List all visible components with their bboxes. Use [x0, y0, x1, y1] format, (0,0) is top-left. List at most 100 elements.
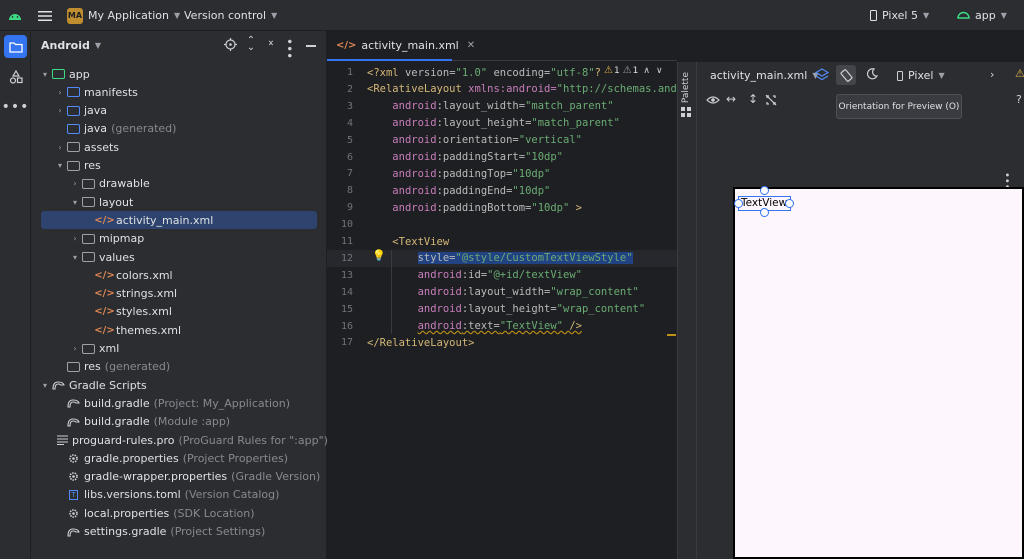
tree-item[interactable]: </> themes.xml [31, 321, 325, 339]
tree-item[interactable]: </> activity_main.xml [41, 211, 317, 230]
code-editor[interactable]: 1 <?xml version="1.0" encoding="utf-8"?> 2… [327, 62, 677, 559]
project-view-label: Android [41, 39, 90, 52]
code-line[interactable]: 6 android:paddingStart="10dp" [327, 149, 677, 166]
collapsed-arrow-icon[interactable]: › [70, 179, 80, 188]
collapsed-arrow-icon[interactable]: › [70, 234, 80, 243]
tree-item[interactable]: › mipmap [31, 230, 325, 248]
next-highlight-icon[interactable]: ∨ [656, 66, 663, 76]
tree-item[interactable]: java (generated) [31, 120, 325, 138]
design-canvas[interactable]: ••• TextView [697, 114, 1024, 559]
tree-item[interactable]: › assets [31, 138, 325, 156]
expand-all-icon[interactable]: ⌃ ⌄ [246, 36, 256, 53]
help-icon[interactable]: ? [1016, 93, 1022, 106]
code-line[interactable]: 15 android:layout_height="wrap_content" [327, 301, 677, 318]
design-surface-icon[interactable] [814, 68, 830, 85]
line-number: 14 [340, 286, 353, 298]
code-line[interactable]: 13 android:id="@+id/textView" [327, 267, 677, 284]
code-text: <RelativeLayout xmlns:android="http://sc… [367, 83, 677, 95]
tree-item[interactable]: build.gradle (Module :app) [31, 413, 325, 431]
tree-item[interactable]: res (generated) [31, 358, 325, 376]
warning-icon[interactable]: ⚠ [1015, 67, 1024, 80]
tree-item[interactable]: </> styles.xml [31, 303, 325, 321]
design-panel: activity_main.xml ▼ Pixel ▼ › ⚠ ↔ ↕ ? ••… [697, 62, 1024, 559]
hide-panel-icon[interactable] [306, 45, 316, 47]
close-icon[interactable]: ✕ [467, 40, 475, 51]
collapse-all-icon[interactable]: ⌄ ⌃ [266, 36, 276, 53]
tree-item[interactable]: ▾ values [31, 248, 325, 266]
layout-file-selector[interactable]: activity_main.xml ▼ [710, 69, 818, 82]
resize-handle[interactable] [785, 199, 794, 208]
tree-item[interactable]: › xml [31, 340, 325, 358]
project-view-selector[interactable]: Android ▼ [41, 39, 101, 52]
code-line[interactable]: 4 android:layout_height="match_parent" [327, 115, 677, 132]
expanded-arrow-icon[interactable]: ▾ [55, 161, 65, 170]
error-stripe-marker[interactable] [667, 334, 676, 336]
collapsed-arrow-icon[interactable]: › [55, 106, 65, 115]
resource-manager-button[interactable] [4, 65, 27, 88]
project-tool-button[interactable] [4, 35, 27, 58]
tree-item[interactable]: › drawable [31, 175, 325, 193]
tree-item[interactable]: settings.gradle (Project Settings) [31, 523, 325, 541]
code-line[interactable]: 3 android:layout_width="match_parent" [327, 98, 677, 115]
options-icon[interactable]: ••• [282, 38, 296, 59]
tree-item[interactable]: ▾ app [31, 65, 325, 83]
code-line[interactable]: 9 android:paddingBottom="10dp" > [327, 199, 677, 216]
code-line[interactable]: 8 android:paddingEnd="10dp" [327, 182, 677, 199]
code-line[interactable]: 17 </RelativeLayout> [327, 334, 677, 351]
code-line[interactable]: 11 <TextView [327, 233, 677, 250]
device-selector[interactable]: Pixel 5 ▼ [870, 0, 929, 31]
code-line[interactable]: 7 android:paddingTop="10dp" [327, 165, 677, 182]
editor-tab-activity-main[interactable]: </> activity_main.xml ✕ [327, 31, 475, 61]
tree-item[interactable]: local.properties (SDK Location) [31, 504, 325, 522]
collapsed-arrow-icon[interactable]: › [70, 344, 80, 353]
horizontal-resize-icon[interactable]: ↔ [726, 92, 736, 106]
collapsed-arrow-icon[interactable]: › [55, 143, 65, 152]
eye-icon[interactable] [706, 95, 720, 108]
vertical-resize-icon[interactable]: ↕ [748, 92, 758, 106]
expanded-arrow-icon[interactable]: ▾ [40, 381, 50, 390]
code-line[interactable]: 2 <RelativeLayout xmlns:android="http://s… [327, 81, 677, 98]
tree-item[interactable]: ▾ Gradle Scripts [31, 376, 325, 394]
device-preview[interactable]: TextView [733, 186, 1024, 559]
version-control-menu[interactable]: Version control ▼ [184, 0, 277, 31]
main-menu-button[interactable] [38, 0, 54, 31]
collapsed-arrow-icon[interactable]: › [55, 88, 65, 97]
expanded-arrow-icon[interactable]: ▾ [40, 70, 50, 79]
resize-handle[interactable] [760, 208, 769, 217]
tree-item[interactable]: proguard-rules.pro (ProGuard Rules for ":… [31, 431, 328, 449]
palette-toggle[interactable]: Palette [681, 72, 691, 120]
tree-item[interactable]: › manifests [31, 83, 325, 101]
tree-item[interactable]: ▾ res [31, 157, 325, 175]
chevron-right-icon[interactable]: › [990, 68, 994, 81]
no-constraints-icon[interactable] [765, 94, 777, 109]
more-horizontal-icon: ••• [1, 98, 30, 115]
tree-item[interactable]: </> strings.xml [31, 285, 325, 303]
resize-handle[interactable] [734, 199, 743, 208]
preview-device-selector[interactable]: Pixel ▼ [897, 69, 945, 82]
previous-highlight-icon[interactable]: ∧ [643, 66, 650, 76]
night-mode-icon[interactable] [866, 68, 879, 83]
code-line[interactable]: 14 android:layout_width="wrap_content" [327, 284, 677, 301]
lightbulb-icon[interactable]: 💡 [372, 249, 386, 262]
project-selector[interactable]: MA My Application ▼ [67, 0, 180, 31]
tree-item-label: drawable [99, 177, 150, 191]
tree-item[interactable]: Tlibs.versions.toml (Version Catalog) [31, 486, 325, 504]
resize-handle[interactable] [760, 186, 769, 195]
tree-item[interactable]: gradle-wrapper.properties (Gradle Version… [31, 468, 325, 486]
locate-icon[interactable] [224, 38, 237, 54]
expanded-arrow-icon[interactable]: ▾ [70, 253, 80, 262]
tree-item[interactable]: › java [31, 102, 325, 120]
tree-item[interactable]: gradle.properties (Project Properties) [31, 449, 325, 467]
tree-item[interactable]: </> colors.xml [31, 266, 325, 284]
code-line[interactable]: 5 android:orientation="vertical" [327, 132, 677, 149]
code-line[interactable]: 16 android:text="TextView" /> [327, 318, 677, 335]
tree-item[interactable]: ▾ layout [31, 193, 325, 211]
tree-item[interactable]: build.gradle (Project: My_Application) [31, 394, 325, 412]
more-tools-button[interactable]: ••• [1, 95, 30, 118]
expanded-arrow-icon[interactable]: ▾ [70, 198, 80, 207]
run-config-selector[interactable]: app ▼ [957, 0, 1007, 31]
inspection-widget[interactable]: ⚠ 1 ⚠ 1 ∧ ∨ [601, 65, 663, 76]
folder-icon [67, 142, 80, 153]
orientation-icon[interactable] [836, 65, 856, 85]
code-line[interactable]: 10 [327, 216, 677, 233]
